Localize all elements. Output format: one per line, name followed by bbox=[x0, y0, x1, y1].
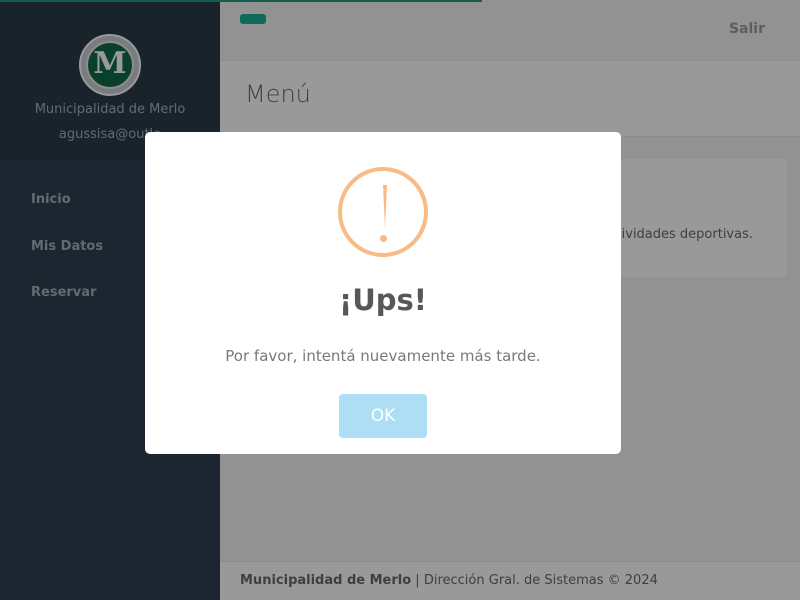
exclamation-icon bbox=[338, 167, 428, 257]
dialog-title: ¡Ups! bbox=[338, 283, 428, 317]
exclamation-dot bbox=[380, 235, 387, 242]
error-dialog: ¡Ups! Por favor, intentá nuevamente más … bbox=[145, 132, 621, 454]
ok-button[interactable]: OK bbox=[339, 394, 427, 438]
dialog-message: Por favor, intentá nuevamente más tarde. bbox=[225, 347, 541, 365]
exclamation-line bbox=[383, 185, 387, 229]
